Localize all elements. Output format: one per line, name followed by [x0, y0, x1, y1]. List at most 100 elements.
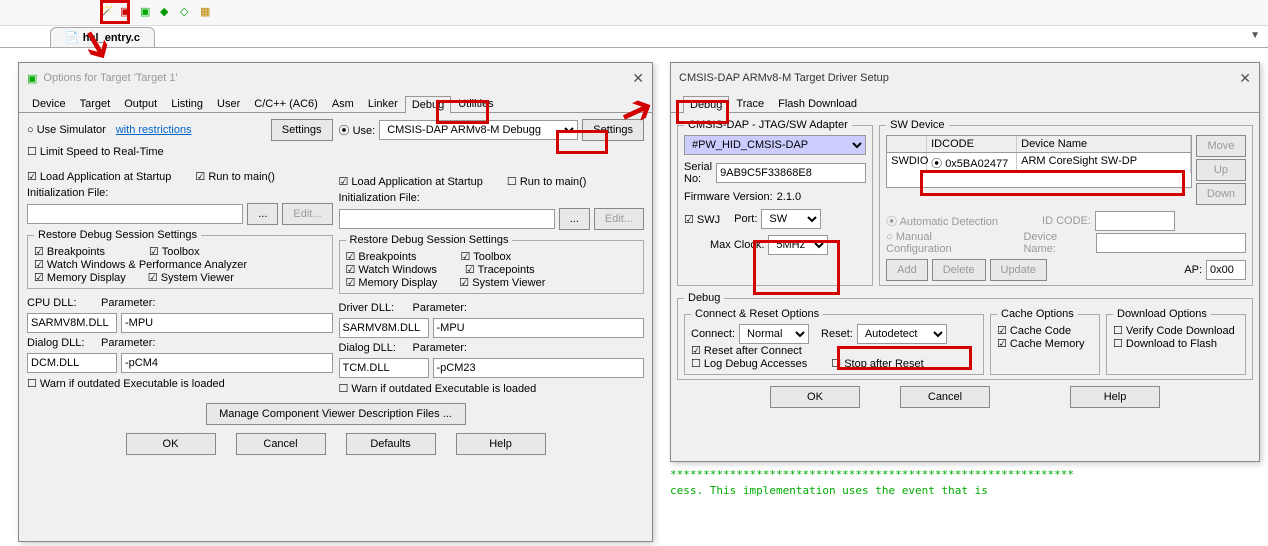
connect-select[interactable]: Normal	[739, 324, 809, 344]
verify-check[interactable]: Verify Code Download	[1113, 325, 1235, 337]
box-icon[interactable]: ▦	[200, 5, 216, 21]
options-tabstrip: Device Target Output Listing User C/C++ …	[19, 93, 652, 113]
watch-check-r[interactable]: Watch Windows	[346, 263, 437, 276]
tab-user[interactable]: User	[210, 95, 247, 112]
swj-check[interactable]: SWJ	[684, 213, 720, 226]
connect-fieldset: Connect & Reset Options Connect: Normal …	[684, 308, 984, 375]
reset-after-check[interactable]: Reset after Connect	[691, 344, 802, 357]
init-file-input-l[interactable]	[27, 204, 243, 224]
cpu-param-input[interactable]	[121, 313, 333, 333]
diamond-icon[interactable]: ◆	[160, 5, 176, 21]
tab-output[interactable]: Output	[117, 95, 164, 112]
dlg-dll-input-r[interactable]	[339, 358, 429, 378]
sysview-check-l[interactable]: System Viewer	[148, 271, 234, 284]
limit-speed-check[interactable]: Limit Speed to Real-Time	[27, 145, 164, 158]
ok-button2[interactable]: OK	[770, 386, 860, 408]
cache-mem-check[interactable]: Cache Memory	[997, 338, 1085, 350]
dl-icon[interactable]: ▣	[140, 5, 156, 21]
cpu-dll-input[interactable]	[27, 313, 117, 333]
reset-label: Reset:	[821, 328, 853, 340]
browse-button-l[interactable]: ...	[247, 203, 278, 225]
debugger-select[interactable]: CMSIS-DAP ARMv8-M Debugg	[379, 120, 578, 140]
tab-debug2[interactable]: Debug	[683, 96, 729, 113]
browse-button-r[interactable]: ...	[559, 208, 590, 230]
trace-check-r[interactable]: Tracepoints	[465, 263, 535, 276]
help-button2[interactable]: Help	[1070, 386, 1160, 408]
adapter-select[interactable]: #PW_HID_CMSIS-DAP	[684, 135, 866, 155]
port-select[interactable]: SW	[761, 209, 821, 229]
idcode-value: 0x5BA02477	[945, 158, 1008, 170]
cancel-button2[interactable]: Cancel	[900, 386, 990, 408]
dlg-param-input-r[interactable]	[433, 358, 645, 378]
edit-button-r: Edit...	[594, 208, 644, 230]
cpu-dll-label: CPU DLL:	[27, 297, 97, 309]
drv-param-input[interactable]	[433, 318, 645, 338]
load-app-check-r[interactable]: Load Application at Startup	[339, 175, 483, 188]
restore-legend-r: Restore Debug Session Settings	[346, 234, 513, 246]
dialog-dll-label-r: Dialog DLL:	[339, 342, 409, 354]
device-row-radio[interactable]	[931, 158, 945, 170]
tab-device[interactable]: Device	[25, 95, 73, 112]
init-file-input-r[interactable]	[339, 209, 555, 229]
dialog-titlebar: ▣ Options for Target 'Target 1' ✕	[19, 63, 652, 93]
log-debug-check[interactable]: Log Debug Accesses	[691, 357, 807, 370]
cache-fieldset: Cache Options Cache Code Cache Memory	[990, 308, 1100, 375]
serial-input[interactable]	[716, 163, 866, 183]
reset-select[interactable]: Autodetect	[857, 324, 947, 344]
tab-asm[interactable]: Asm	[325, 95, 361, 112]
dlflash-check[interactable]: Download to Flash	[1113, 338, 1217, 350]
watch-perf-check[interactable]: Watch Windows & Performance Analyzer	[34, 258, 247, 271]
sysview-check-r[interactable]: System Viewer	[459, 276, 545, 289]
right-column: Use: CMSIS-DAP ARMv8-M Debugg Settings L…	[339, 119, 645, 395]
use-simulator-radio[interactable]: Use Simulator	[27, 124, 106, 136]
close-icon[interactable]: ✕	[1239, 70, 1251, 87]
tab-flash[interactable]: Flash Download	[771, 95, 864, 112]
sim-settings-button[interactable]: Settings	[271, 119, 333, 141]
tab-utilities[interactable]: Utilities	[451, 95, 500, 112]
warn-check-l[interactable]: Warn if outdated Executable is loaded	[27, 377, 225, 390]
tab-overflow-icon[interactable]: ▼	[1250, 30, 1260, 41]
dialog-dll-label-l: Dialog DLL:	[27, 337, 97, 349]
stop-after-check[interactable]: Stop after Reset	[831, 357, 923, 370]
dialog2-title: CMSIS-DAP ARMv8-M Target Driver Setup	[679, 72, 889, 84]
restrictions-link[interactable]: with restrictions	[116, 124, 192, 136]
drv-dll-input[interactable]	[339, 318, 429, 338]
main-toolbar: 🪄 ▣ ▣ ◆ ◇ ▦	[0, 0, 1268, 26]
use-radio[interactable]: Use:	[339, 122, 376, 138]
idcode-col: IDCODE	[927, 136, 1017, 152]
breakpoints-check-r[interactable]: Breakpoints	[346, 250, 417, 263]
toolbox-check-r[interactable]: Toolbox	[461, 250, 512, 263]
tab-target[interactable]: Target	[73, 95, 118, 112]
dialog2-titlebar: CMSIS-DAP ARMv8-M Target Driver Setup ✕	[671, 63, 1259, 93]
tab-linker[interactable]: Linker	[361, 95, 405, 112]
cancel-button[interactable]: Cancel	[236, 433, 326, 455]
tab-listing[interactable]: Listing	[164, 95, 210, 112]
dlg-dll-input-l[interactable]	[27, 353, 117, 373]
manage-button[interactable]: Manage Component Viewer Description File…	[206, 403, 466, 425]
warn-check-r[interactable]: Warn if outdated Executable is loaded	[339, 382, 537, 395]
run-main-check-r[interactable]: Run to main()	[507, 175, 587, 188]
help-button[interactable]: Help	[456, 433, 546, 455]
ap-input[interactable]	[1206, 260, 1246, 280]
ok-button[interactable]: OK	[126, 433, 216, 455]
memory-check-r[interactable]: Memory Display	[346, 276, 438, 289]
toolbox-check-l[interactable]: Toolbox	[149, 245, 200, 258]
clock-select[interactable]: 5MHz	[768, 235, 828, 255]
cache-code-check[interactable]: Cache Code	[997, 325, 1071, 337]
auto-detect-radio[interactable]: Automatic Detection	[886, 213, 998, 229]
tab-cpp[interactable]: C/C++ (AC6)	[247, 95, 325, 112]
down-button: Down	[1196, 183, 1246, 205]
delete-button: Delete	[932, 259, 986, 281]
diamond2-icon[interactable]: ◇	[180, 5, 196, 21]
breakpoints-check-l[interactable]: Breakpoints	[34, 245, 105, 258]
manual-cfg-radio[interactable]: Manual Configuration	[886, 231, 999, 255]
adapter-fieldset: CMSIS-DAP - JTAG/SW Adapter #PW_HID_CMSI…	[677, 119, 873, 286]
memory-check-l[interactable]: Memory Display	[34, 271, 126, 284]
build-icon[interactable]: ▣	[120, 5, 136, 21]
load-app-check-l[interactable]: Load Application at Startup	[27, 170, 171, 183]
tab-debug[interactable]: Debug	[405, 96, 451, 113]
defaults-button[interactable]: Defaults	[346, 433, 436, 455]
dlg-param-input-l[interactable]	[121, 353, 333, 373]
run-main-check-l[interactable]: Run to main()	[195, 170, 275, 183]
tab-trace[interactable]: Trace	[729, 95, 771, 112]
